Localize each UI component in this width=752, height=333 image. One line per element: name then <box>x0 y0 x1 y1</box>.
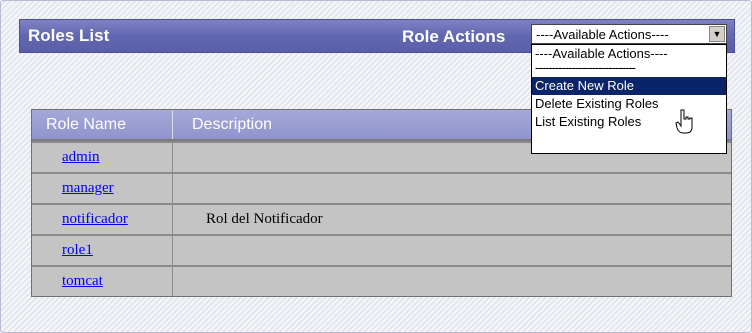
role-name-cell: notificador <box>32 205 173 234</box>
role-description: Rol del Notificador <box>206 211 323 227</box>
role-link-manager[interactable]: manager <box>62 180 114 197</box>
table-row: tomcat <box>32 265 731 296</box>
role-link-tomcat[interactable]: tomcat <box>62 273 103 290</box>
chevron-down-icon[interactable]: ▼ <box>709 26 725 42</box>
option-create-new-role[interactable]: Create New Role <box>532 77 726 95</box>
option-available-actions[interactable]: ----Available Actions---- <box>532 45 726 63</box>
role-name-cell: tomcat <box>32 267 173 296</box>
role-name-cell: manager <box>32 174 173 203</box>
role-actions-select-value: ----Available Actions---- <box>536 27 669 42</box>
option-list-existing-roles[interactable]: List Existing Roles <box>532 113 726 131</box>
role-link-notificador[interactable]: notificador <box>62 211 128 228</box>
role-name-cell: admin <box>32 143 173 172</box>
role-actions-dropdown: ----Available Actions---- --------------… <box>531 44 727 154</box>
option-delete-existing-roles[interactable]: Delete Existing Roles <box>532 95 726 113</box>
role-name-cell: role1 <box>32 236 173 265</box>
column-header-role-name-cell: Role Name <box>32 110 173 139</box>
column-header-role-name: Role Name <box>46 116 127 133</box>
hand-cursor-icon <box>675 109 693 134</box>
role-link-role1[interactable]: role1 <box>62 242 93 259</box>
table-row: notificador Rol del Notificador <box>32 203 731 234</box>
option-separator[interactable]: ------------------------------ <box>532 63 726 77</box>
role-actions-label: Role Actions <box>402 27 506 46</box>
page-title: Roles List <box>28 26 110 45</box>
roles-list-panel: Roles List Role Actions ----Available Ac… <box>0 0 752 333</box>
column-header-description: Description <box>192 116 273 133</box>
role-link-admin[interactable]: admin <box>62 149 100 166</box>
role-actions-select[interactable]: ----Available Actions---- ▼ <box>531 24 727 44</box>
table-row: role1 <box>32 234 731 265</box>
table-row: manager <box>32 172 731 203</box>
